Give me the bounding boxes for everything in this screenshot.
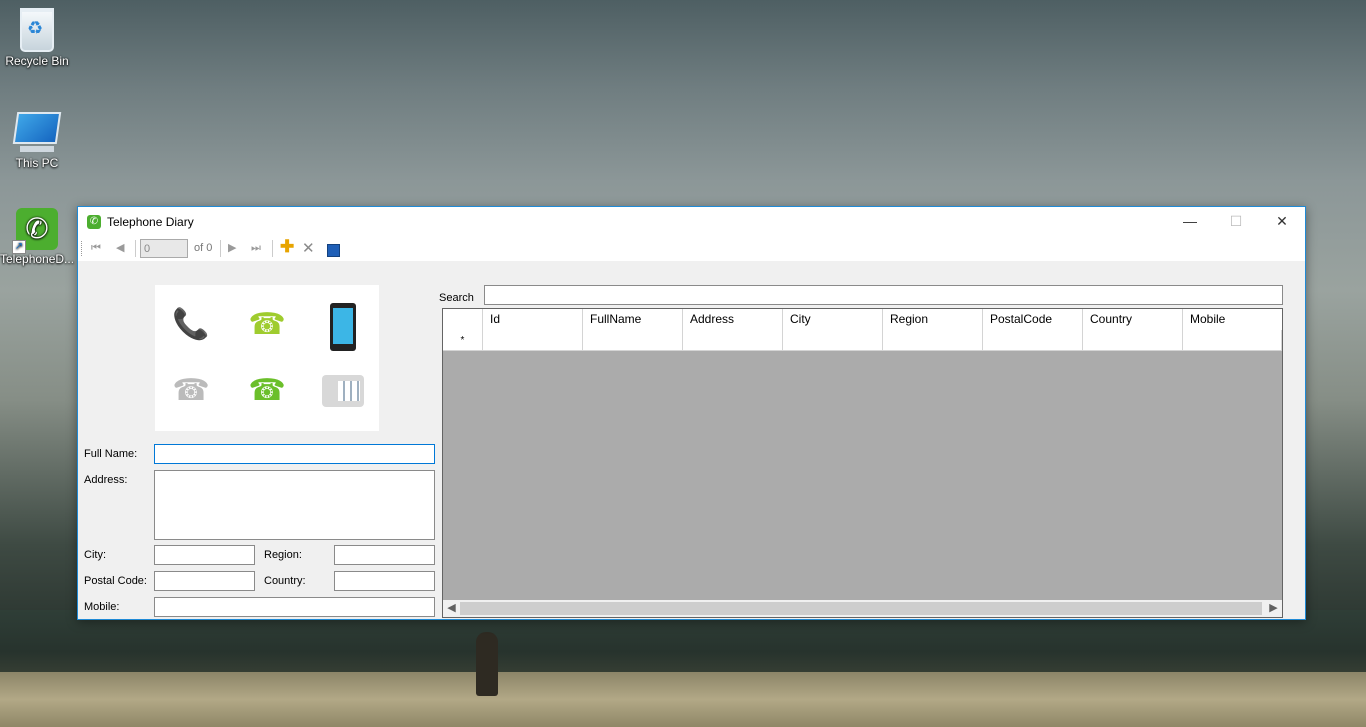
table-cell[interactable] — [683, 330, 783, 351]
desktop-icon-label: Recycle Bin — [5, 54, 69, 68]
wallpaper-figure — [476, 632, 498, 696]
move-last-icon[interactable]: ⏭ — [251, 240, 261, 257]
binding-navigator: ⏮ ◀ 0 of 0 ▶ ⏭ ✚ ✕ — [78, 236, 1305, 261]
grid-header: Id FullName Address City Region PostalCo… — [443, 309, 1282, 331]
desk-phone-keypad — [338, 381, 360, 401]
table-cell[interactable] — [883, 330, 983, 351]
full-name-field[interactable] — [154, 444, 435, 464]
desktop-icon-label: This PC — [15, 156, 59, 170]
full-name-label: Full Name: — [84, 448, 138, 460]
search-label: Search — [439, 292, 474, 304]
close-button[interactable]: ✕ — [1259, 207, 1305, 236]
telephone-diary-window: ✆ Telephone Diary — ☐ ✕ ⏮ ◀ 0 of 0 ▶ ⏭ ✚… — [77, 206, 1306, 620]
position-input[interactable]: 0 — [140, 239, 188, 258]
title-bar[interactable]: ✆ Telephone Diary — ☐ ✕ — [78, 207, 1305, 236]
computer-stand — [20, 146, 54, 152]
mobile-phone-body — [330, 303, 356, 351]
window-title: Telephone Diary — [107, 215, 194, 229]
desktop-icon-label: TelephoneD... — [0, 252, 75, 266]
desktop-icon-this-pc[interactable]: This PC — [0, 112, 74, 170]
search-input[interactable] — [484, 285, 1283, 305]
address-field[interactable] — [154, 470, 435, 540]
toolbar-separator — [220, 240, 221, 257]
maximize-button[interactable]: ☐ — [1213, 207, 1259, 236]
telephone-picture: 📞 ☎ ☎ ☎ — [155, 285, 379, 431]
region-field[interactable] — [334, 545, 435, 565]
city-field[interactable] — [154, 545, 255, 565]
table-cell[interactable] — [583, 330, 683, 351]
delete-icon[interactable]: ✕ — [302, 240, 315, 257]
minimize-button[interactable]: — — [1167, 207, 1213, 236]
country-field[interactable] — [334, 571, 435, 591]
add-new-icon[interactable]: ✚ — [280, 238, 294, 255]
city-label: City: — [84, 549, 106, 561]
column-header-address[interactable]: Address — [683, 309, 783, 330]
vintage-phone-icon: ☎ — [172, 374, 210, 407]
move-previous-icon[interactable]: ◀ — [116, 240, 124, 257]
column-header-country[interactable]: Country — [1083, 309, 1183, 330]
column-header-id[interactable]: Id — [483, 309, 583, 330]
postal-code-label: Postal Code: — [84, 575, 147, 587]
table-cell[interactable] — [483, 330, 583, 351]
phone-app-icon: ✆ ↗ — [12, 208, 58, 254]
shortcut-arrow-icon: ↗ — [12, 240, 26, 254]
column-header-city[interactable]: City — [783, 309, 883, 330]
desk-phone-body — [322, 375, 364, 407]
desktop-wallpaper-beach — [0, 672, 1366, 727]
table-cell[interactable] — [983, 330, 1083, 351]
country-label: Country: — [264, 575, 306, 587]
table-cell[interactable] — [1183, 330, 1282, 351]
mobile-phone-icon — [321, 303, 365, 351]
column-header-region[interactable]: Region — [883, 309, 983, 330]
scroll-left-icon[interactable]: ◀ — [443, 600, 460, 617]
column-header-mobile[interactable]: Mobile — [1183, 309, 1282, 330]
recycle-bin-icon — [20, 8, 54, 52]
save-icon[interactable] — [327, 244, 340, 257]
ringing-phone-icon: 📞 — [172, 308, 210, 341]
phone-app-icon: ✆ — [87, 215, 101, 229]
postal-code-field[interactable] — [154, 571, 255, 591]
toolbar-separator — [135, 240, 136, 257]
mobile-phone-screen — [333, 308, 353, 344]
rotary-phone-icon: ☎ — [248, 308, 286, 341]
column-header-postalcode[interactable]: PostalCode — [983, 309, 1083, 330]
desktop-wallpaper-sea — [0, 610, 1366, 680]
mobile-field[interactable] — [154, 597, 435, 617]
table-cell[interactable] — [783, 330, 883, 351]
toolbar-grip[interactable] — [81, 241, 84, 256]
desk-phone-icon — [321, 369, 365, 413]
scroll-right-icon[interactable]: ▶ — [1265, 600, 1282, 617]
desktop-icon-telephone-diary[interactable]: ✆ ↗ TelephoneD... — [0, 208, 74, 266]
move-next-icon[interactable]: ▶ — [228, 240, 236, 257]
computer-icon — [12, 112, 62, 144]
address-label: Address: — [84, 474, 128, 486]
row-header-corner[interactable] — [443, 309, 483, 330]
desktop-icon-recycle-bin[interactable]: Recycle Bin — [0, 8, 74, 68]
table-cell[interactable] — [1083, 330, 1183, 351]
scrollbar-thumb[interactable] — [460, 602, 1262, 615]
new-row-marker[interactable]: * — [443, 330, 483, 351]
green-rotary-phone-icon: ☎ — [248, 374, 286, 407]
toolbar-separator — [272, 240, 273, 257]
horizontal-scrollbar[interactable]: ◀ ▶ — [443, 600, 1282, 617]
move-first-icon[interactable]: ⏮ — [91, 240, 101, 257]
column-header-fullname[interactable]: FullName — [583, 309, 683, 330]
new-row[interactable]: * — [443, 330, 1282, 351]
contacts-grid[interactable]: Id FullName Address City Region PostalCo… — [442, 308, 1283, 618]
count-label: of 0 — [194, 242, 213, 254]
region-label: Region: — [264, 549, 302, 561]
mobile-label: Mobile: — [84, 601, 120, 613]
